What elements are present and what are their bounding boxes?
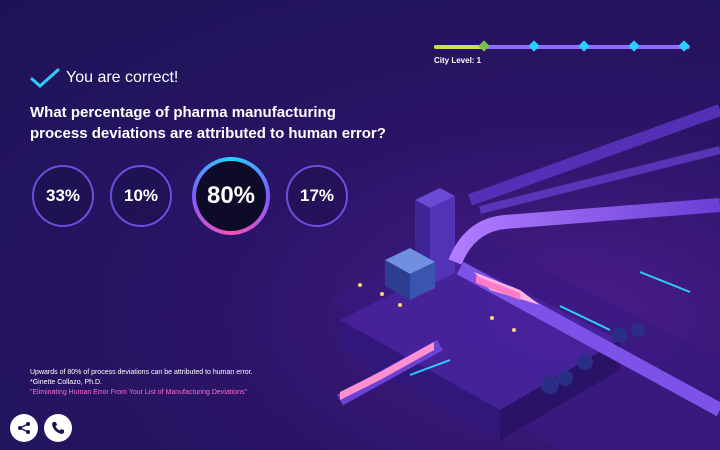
progress-fill: [434, 45, 485, 49]
question-text: What percentage of pharma manufacturing …: [30, 104, 386, 142]
city-progress-bar: [434, 40, 690, 52]
level-marker-2: [528, 40, 540, 52]
author-text: *Ginette Collazo, Ph.D.: [30, 379, 102, 386]
level-marker-3: [578, 40, 590, 52]
source-citation: Upwards of 80% of process deviations can…: [30, 368, 360, 398]
feedback-text: You are correct!: [66, 69, 179, 86]
level-marker-5: [678, 40, 690, 52]
answer-option-2[interactable]: 10%: [110, 165, 172, 227]
city-level-label: City Level: 1: [434, 56, 482, 65]
source-title-link[interactable]: "Eliminating Human Error From Your List …: [30, 388, 360, 398]
fact-text: Upwards of 80% of process deviations can…: [30, 369, 253, 376]
answer-option-1[interactable]: 33%: [32, 165, 94, 227]
phone-icon: [52, 422, 64, 434]
share-button[interactable]: [10, 414, 38, 442]
answer-option-3-label: 80%: [196, 161, 266, 231]
level-marker-4: [628, 40, 640, 52]
answer-option-3-selected[interactable]: 80%: [192, 157, 270, 235]
level-marker-1: [478, 40, 490, 52]
share-icon: [18, 422, 30, 434]
answer-option-4[interactable]: 17%: [286, 165, 348, 227]
checkmark-icon: [30, 68, 60, 88]
answer-feedback: You are correct!: [30, 66, 178, 90]
phone-button[interactable]: [44, 414, 72, 442]
